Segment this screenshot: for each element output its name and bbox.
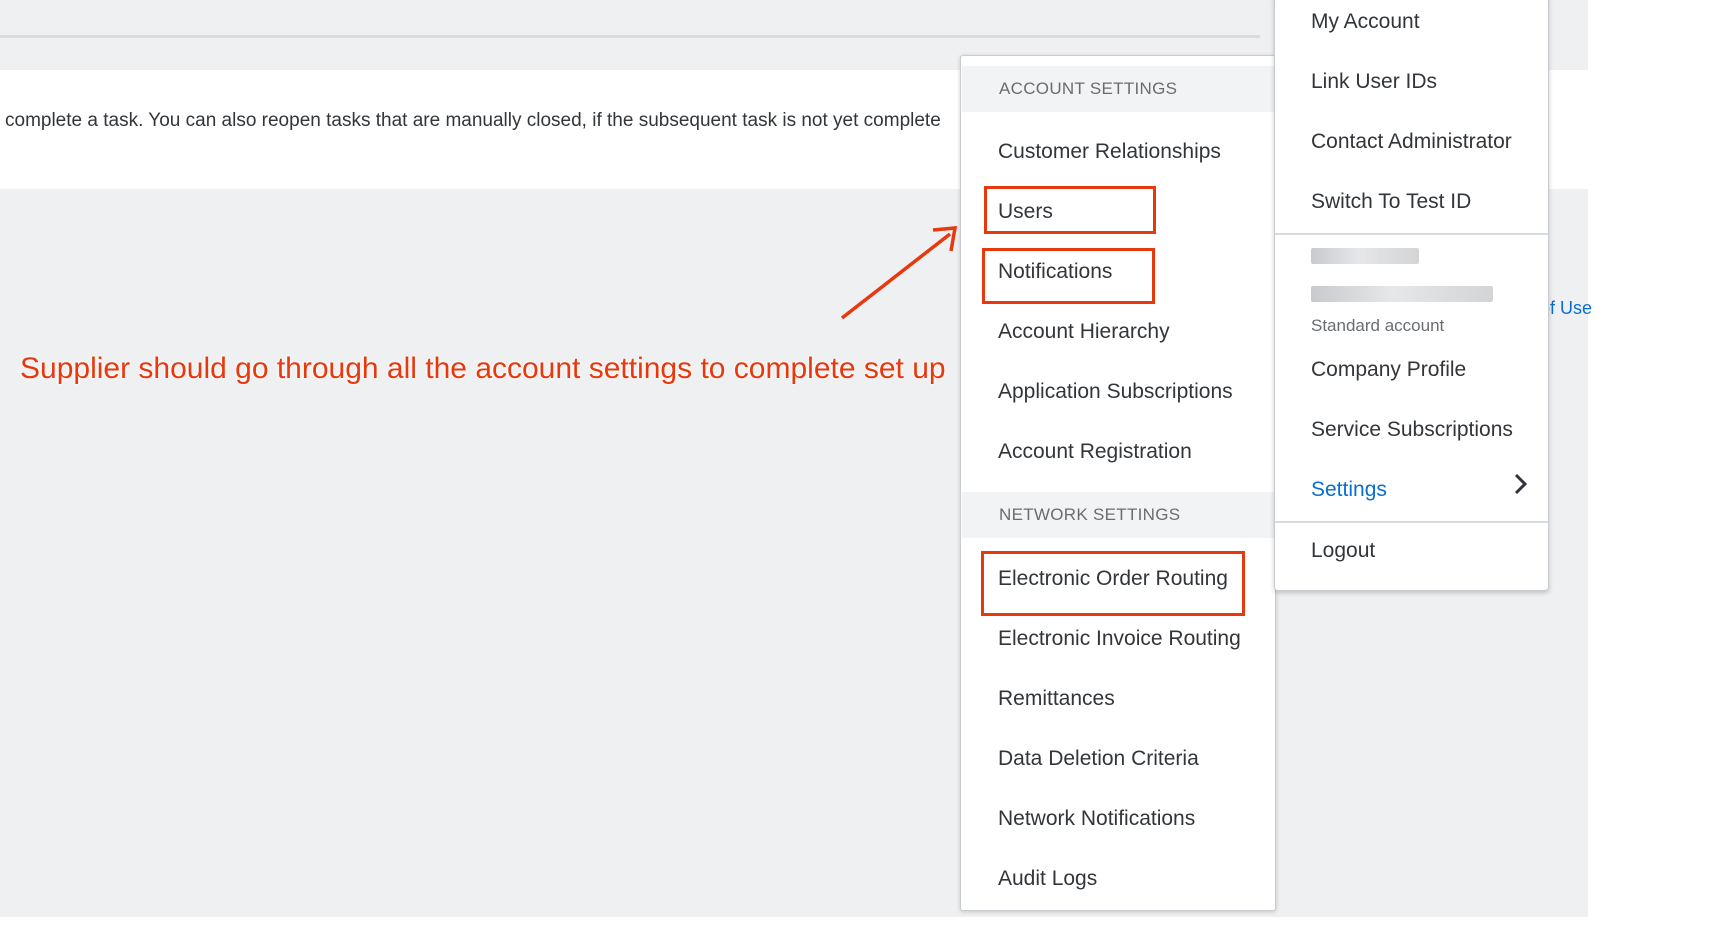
menu-divider [1275,521,1548,523]
highlight-notifications [982,248,1155,304]
highlight-electronic-order-routing [981,551,1245,616]
menu-item-contact-administrator[interactable]: Contact Administrator [1311,130,1512,154]
menu-item-customer-relationships[interactable]: Customer Relationships [998,140,1221,164]
menu-item-switch-to-test-id[interactable]: Switch To Test ID [1311,190,1471,214]
annotation-text: Supplier should go through all the accou… [20,352,946,385]
menu-item-data-deletion-criteria[interactable]: Data Deletion Criteria [998,747,1199,771]
menu-item-settings[interactable]: Settings [1311,478,1387,502]
menu-item-application-subscriptions[interactable]: Application Subscriptions [998,380,1233,404]
menu-item-link-user-ids[interactable]: Link User IDs [1311,70,1437,94]
account-dropdown: My Account Link User IDs Contact Adminis… [1274,0,1549,591]
menu-item-account-registration[interactable]: Account Registration [998,440,1192,464]
menu-item-my-account[interactable]: My Account [1311,10,1420,34]
account-settings-header: ACCOUNT SETTINGS [962,66,1274,112]
redacted-account-id [1311,286,1493,302]
menu-item-service-subscriptions[interactable]: Service Subscriptions [1311,418,1513,442]
header-divider [0,35,1260,38]
menu-item-company-profile[interactable]: Company Profile [1311,358,1466,382]
highlight-users [984,186,1156,234]
account-type-label: Standard account [1311,316,1445,335]
menu-item-audit-logs[interactable]: Audit Logs [998,867,1097,891]
redacted-company-name [1311,248,1419,264]
menu-item-electronic-invoice-routing[interactable]: Electronic Invoice Routing [998,627,1241,651]
menu-item-remittances[interactable]: Remittances [998,687,1115,711]
menu-item-account-hierarchy[interactable]: Account Hierarchy [998,320,1170,344]
chevron-right-icon [1514,473,1528,495]
settings-submenu: ACCOUNT SETTINGS Customer Relationships … [960,55,1276,911]
menu-item-network-notifications[interactable]: Network Notifications [998,807,1195,831]
network-settings-header: NETWORK SETTINGS [962,492,1274,538]
menu-item-logout[interactable]: Logout [1311,539,1375,563]
info-text: complete a task. You can also reopen tas… [5,110,941,131]
menu-divider [1275,233,1548,235]
